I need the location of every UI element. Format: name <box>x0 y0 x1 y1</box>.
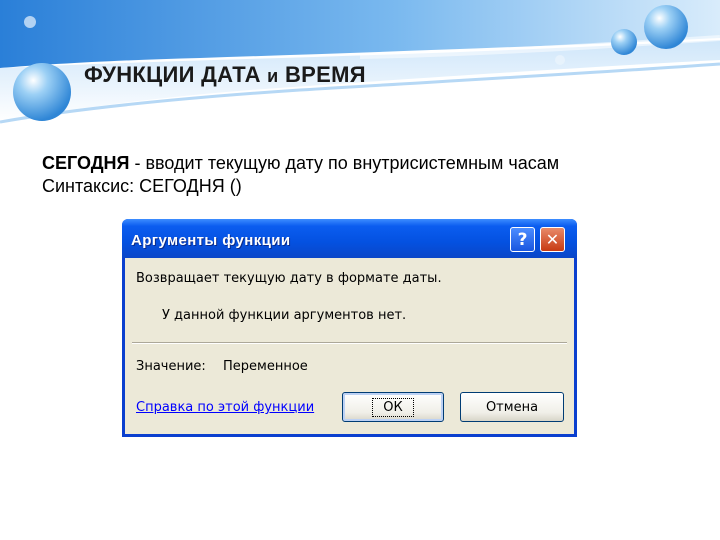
slide-title: ФУНКЦИИ ДАТА и ВРЕМЯ <box>84 62 366 87</box>
ok-button[interactable]: ОК <box>342 392 444 422</box>
bubble-large-left <box>13 63 71 121</box>
no-arguments-message: У данной функции аргументов нет. <box>162 308 407 323</box>
description-line: СЕГОДНЯ - вводит текущую дату по внутрис… <box>42 153 560 173</box>
cancel-button[interactable]: Отмена <box>460 392 564 422</box>
function-help-link[interactable]: Справка по этой функции <box>136 400 314 415</box>
function-arguments-dialog: Аргументы функции ? ✕ Возвращает текущую… <box>122 219 577 437</box>
function-name: СЕГОДНЯ <box>42 153 130 173</box>
close-button[interactable]: ✕ <box>540 227 565 252</box>
cancel-button-label: Отмена <box>485 399 539 415</box>
bubble-small-right <box>611 29 637 55</box>
close-icon: ✕ <box>545 230 560 249</box>
dialog-body: Возвращает текущую дату в формате даты. … <box>125 258 574 434</box>
ok-button-label: ОК <box>372 397 414 417</box>
result-label: Значение: <box>136 359 206 374</box>
help-button[interactable]: ? <box>510 227 535 252</box>
slide-header-decoration: ФУНКЦИИ ДАТА и ВРЕМЯ <box>0 0 720 150</box>
result-value: Переменное <box>223 359 308 374</box>
question-icon: ? <box>517 229 528 250</box>
syntax-line: Синтаксис: СЕГОДНЯ () <box>42 176 242 196</box>
slide-body: СЕГОДНЯ - вводит текущую дату по внутрис… <box>42 152 559 198</box>
dialog-titlebar[interactable]: Аргументы функции ? ✕ <box>122 219 577 258</box>
dialog-title: Аргументы функции <box>131 232 291 249</box>
function-description: Возвращает текущую дату в формате даты. <box>136 271 442 286</box>
divider <box>132 342 567 344</box>
bubble-top-right <box>644 5 688 49</box>
